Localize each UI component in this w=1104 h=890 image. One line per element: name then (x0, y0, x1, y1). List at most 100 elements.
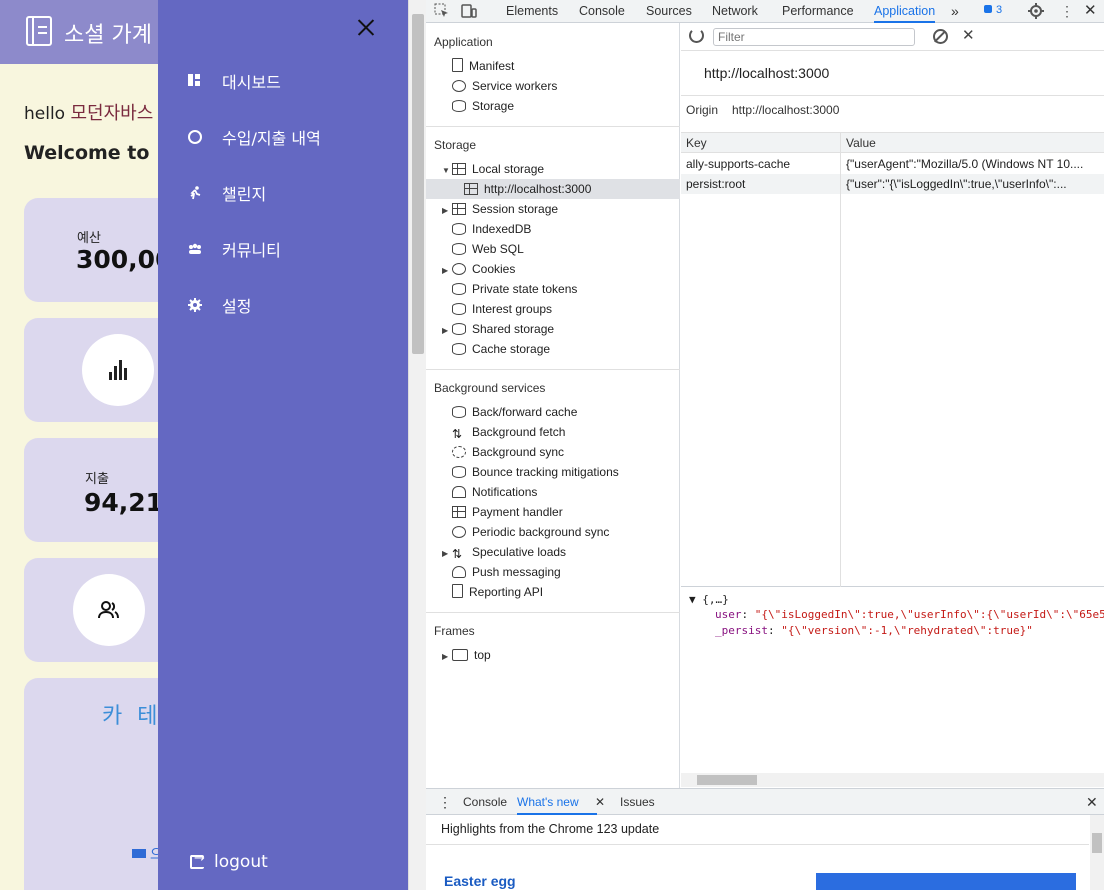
sidebar-item-interest-groups[interactable]: Interest groups (452, 299, 680, 319)
whats-new-headline: Highlights from the Chrome 123 update (441, 822, 660, 836)
database-icon (452, 466, 466, 478)
delete-selected-icon[interactable]: ✕ (962, 26, 975, 44)
collapse-arrow-icon[interactable]: ▶ (442, 201, 452, 221)
nav-item-community[interactable]: 커뮤니티 (188, 234, 388, 264)
sidebar-label: Background sync (472, 445, 565, 459)
sidebar-item-background-fetch[interactable]: ⇅ Background fetch (452, 422, 680, 442)
dashboard-icon (188, 74, 202, 88)
column-value[interactable]: Value (846, 136, 876, 150)
easter-egg-link[interactable]: Easter egg (444, 873, 516, 889)
web-app: 소셜 가계 hello 모던자바스 Welcome to 예산 300,00 지… (0, 0, 408, 890)
sidebar-item-web-sql[interactable]: Web SQL (452, 239, 680, 259)
sidebar-label: Background fetch (472, 425, 566, 439)
community-circle[interactable] (73, 574, 145, 646)
tab-network[interactable]: Network (712, 0, 758, 23)
document-icon (452, 58, 463, 72)
column-divider[interactable] (840, 133, 841, 587)
sidebar-item-payment-handler[interactable]: Payment handler (452, 502, 680, 522)
close-devtools-icon[interactable]: ✕ (1084, 0, 1097, 23)
sidebar-item-local-storage[interactable]: ▼ Local storage (442, 159, 680, 179)
sidebar-item-background-sync[interactable]: Background sync (452, 442, 680, 462)
collapse-arrow-icon[interactable]: ▶ (442, 647, 452, 667)
tab-performance[interactable]: Performance (782, 0, 854, 23)
sidebar-item-notifications[interactable]: Notifications (452, 482, 680, 502)
nav-item-challenge[interactable]: 챌린지 (188, 178, 388, 208)
budget-label: 예산 (77, 231, 101, 246)
database-icon (452, 223, 466, 235)
nav-item-dashboard[interactable]: 대시보드 (188, 66, 388, 96)
logout-button[interactable]: logout (190, 851, 268, 872)
logout-icon (190, 851, 205, 869)
drawer-tab-whats-new[interactable]: What's new (517, 789, 597, 815)
greeting-prefix: hello (24, 104, 66, 124)
close-tab-icon[interactable]: ✕ (595, 789, 605, 815)
table-row[interactable]: persist:root {"user":"{\"isLoggedIn\":tr… (681, 174, 1104, 194)
nav-item-history[interactable]: 수입/지출 내역 (188, 122, 388, 152)
collapse-arrow-icon[interactable]: ▶ (442, 261, 452, 281)
horizontal-scrollbar[interactable] (681, 773, 1104, 787)
sidebar-item-bfcache[interactable]: Back/forward cache (452, 402, 680, 422)
sidebar-item-bounce-tracking[interactable]: Bounce tracking mitigations (452, 462, 680, 482)
table-row[interactable]: ally-supports-cache {"userAgent":"Mozill… (681, 154, 1104, 174)
issues-badge[interactable]: 3 (984, 4, 1002, 16)
tab-elements[interactable]: Elements (506, 0, 558, 23)
clear-all-icon[interactable] (933, 29, 948, 44)
sidebar-item-periodic-sync[interactable]: Periodic background sync (452, 522, 680, 542)
preview-root[interactable]: ▼ {,…} (689, 593, 729, 606)
collapse-arrow-icon[interactable]: ▶ (442, 544, 452, 564)
preview-value: "{\"isLoggedIn\":true,\"userInfo\":{\"us… (754, 608, 1104, 621)
refresh-icon[interactable] (689, 28, 704, 43)
sidebar-item-private-state-tokens[interactable]: Private state tokens (452, 279, 680, 299)
sidebar-label: Back/forward cache (472, 405, 578, 419)
drawer-scrollbar-thumb[interactable] (1092, 833, 1102, 853)
more-tabs-icon[interactable]: » (951, 0, 959, 23)
inspect-element-icon[interactable] (434, 3, 450, 19)
settings-gear-icon[interactable] (1028, 3, 1044, 19)
sidebar-item-cookies[interactable]: ▶ Cookies (442, 259, 680, 279)
collapse-arrow-icon[interactable]: ▶ (442, 321, 452, 341)
column-key[interactable]: Key (686, 136, 707, 150)
sidebar-item-speculative-loads[interactable]: ▶ ⇅ Speculative loads (442, 542, 680, 562)
sidebar-label: Notifications (472, 485, 538, 499)
more-options-icon[interactable]: ⋮ (1060, 0, 1074, 23)
sidebar-item-manifest[interactable]: Manifest (452, 56, 680, 76)
sidebar-label: Private state tokens (472, 282, 578, 296)
horizontal-scrollbar-thumb[interactable] (697, 775, 757, 785)
sidebar-item-push-messaging[interactable]: Push messaging (452, 562, 680, 582)
sidebar-item-storage[interactable]: Storage (452, 96, 680, 116)
sidebar-item-reporting-api[interactable]: Reporting API (452, 582, 680, 602)
expand-arrow-icon[interactable]: ▼ (442, 161, 452, 181)
sidebar-label: Payment handler (472, 505, 563, 519)
tab-application[interactable]: Application (874, 0, 936, 23)
chart-circle[interactable] (82, 334, 154, 406)
sidebar-item-cache-storage[interactable]: Cache storage (452, 339, 680, 359)
sidebar-label: Bounce tracking mitigations (472, 465, 619, 479)
sidebar-item-localhost[interactable]: http://localhost:3000 (426, 179, 680, 199)
filter-input[interactable] (713, 28, 915, 46)
sidebar-item-frame-top[interactable]: ▶ top (442, 645, 680, 665)
table-icon (464, 183, 478, 195)
drawer-tab-console[interactable]: Console (463, 789, 507, 815)
sidebar-item-service-workers[interactable]: Service workers (452, 76, 680, 96)
close-drawer-icon[interactable]: ✕ (1086, 789, 1098, 815)
nav-item-settings[interactable]: 설정 (188, 290, 388, 320)
sidebar-item-session-storage[interactable]: ▶ Session storage (442, 199, 680, 219)
row-value: {"user":"{\"isLoggedIn\":true,\"userInfo… (846, 177, 1067, 191)
drawer-menu-icon[interactable]: ⋮ (438, 789, 452, 815)
sidebar-label: Cookies (472, 262, 516, 276)
page-scrollbar-thumb[interactable] (412, 14, 424, 354)
device-toolbar-icon[interactable] (461, 3, 477, 19)
devtools-panel: Elements Console Sources Network Perform… (426, 0, 1104, 890)
close-icon[interactable] (352, 14, 380, 42)
whats-new-banner-image (816, 873, 1076, 890)
page-scrollbar[interactable] (408, 0, 426, 890)
sidebar-item-shared-storage[interactable]: ▶ Shared storage (442, 319, 680, 339)
sidebar-item-indexeddb[interactable]: IndexedDB (452, 219, 680, 239)
cookie-icon (452, 263, 466, 275)
drawer-tab-issues[interactable]: Issues (620, 789, 655, 815)
tab-sources[interactable]: Sources (646, 0, 692, 23)
devtools-drawer: ⋮ Console What's new ✕ Issues ✕ Highligh… (426, 788, 1104, 890)
drawer-scrollbar[interactable] (1090, 815, 1104, 890)
credit-card-icon (452, 506, 466, 518)
tab-console[interactable]: Console (579, 0, 625, 23)
